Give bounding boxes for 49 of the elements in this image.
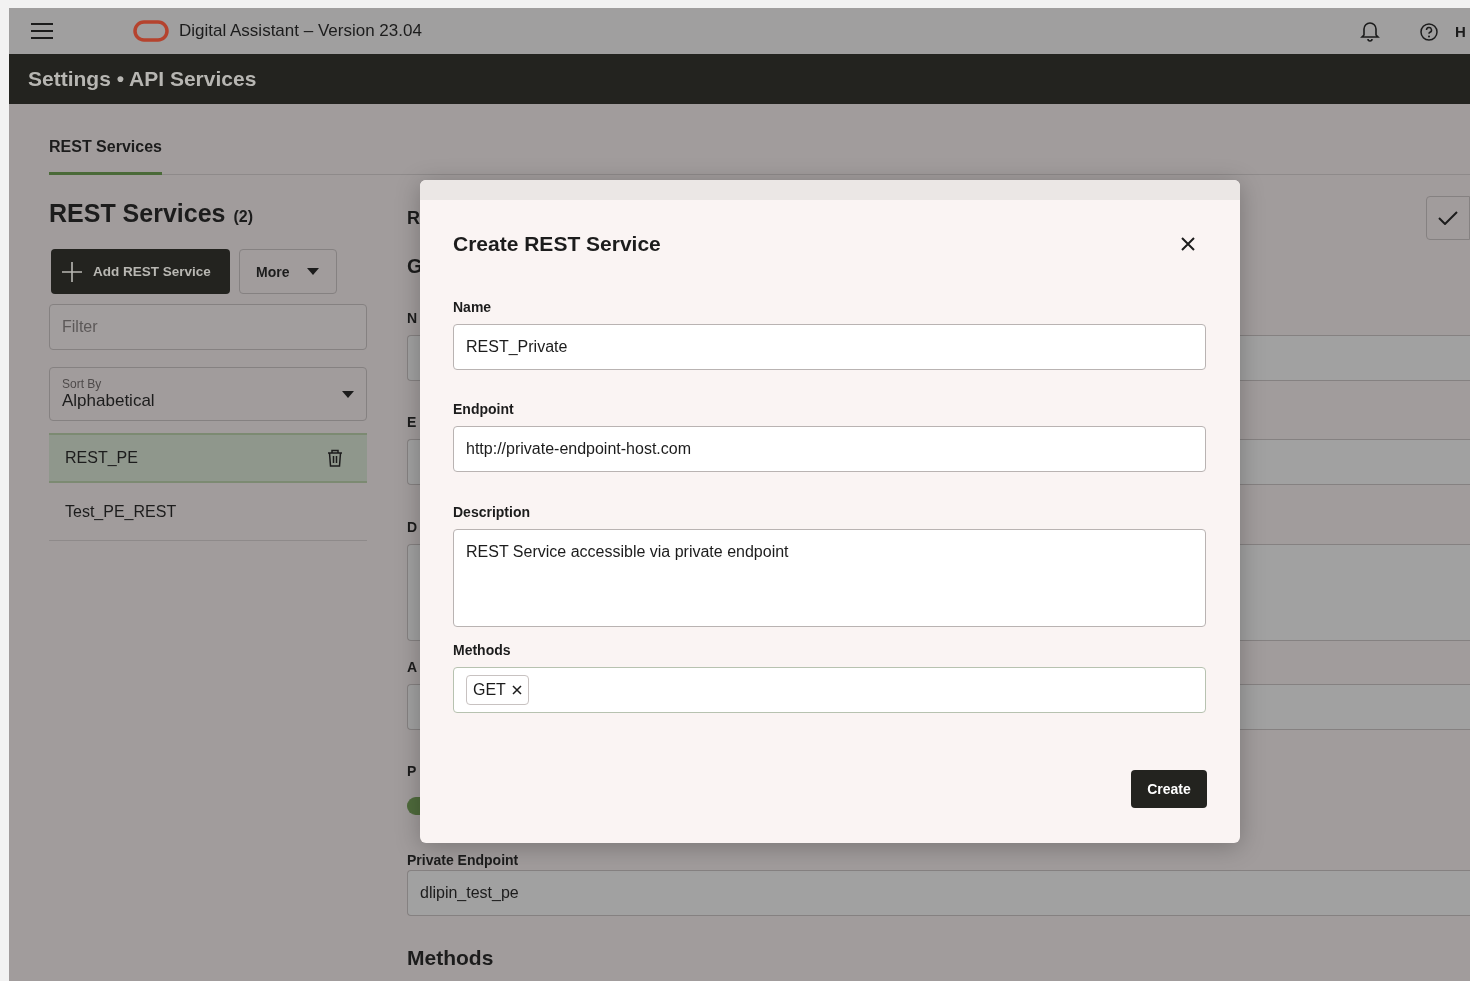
- save-button[interactable]: [1426, 196, 1470, 240]
- field-edge[interactable]: [407, 335, 420, 381]
- sort-dropdown[interactable]: Sort By Alphabetical: [49, 367, 367, 421]
- list-item[interactable]: REST_PE: [49, 433, 367, 483]
- field-label: Name: [453, 299, 492, 317]
- field-label: Private Endpoint: [407, 852, 519, 869]
- method-chip[interactable]: GET: [466, 675, 529, 705]
- page-title: Settings • API Services: [28, 67, 257, 91]
- close-icon[interactable]: [1181, 237, 1195, 251]
- check-icon: [1438, 211, 1458, 225]
- field-label: Endpoint: [453, 401, 514, 419]
- app-title: Digital Assistant – Version 23.04: [179, 21, 422, 41]
- more-button[interactable]: More: [239, 249, 337, 294]
- text-field[interactable]: http://private-endpoint-host.com: [453, 426, 1206, 472]
- item-count: (2): [233, 208, 254, 226]
- list-heading: REST Services: [49, 199, 226, 228]
- dialog-title: Create REST Service: [453, 232, 661, 256]
- add-button[interactable]: Add REST Service: [51, 249, 230, 294]
- field-edge[interactable]: [407, 544, 420, 641]
- trash-icon[interactable]: [327, 449, 343, 467]
- text-area[interactable]: REST Service accessible via private endpoint: [453, 529, 1206, 627]
- field-label: E: [407, 414, 417, 431]
- caret-icon: [342, 390, 354, 398]
- methods-field[interactable]: GET: [453, 667, 1206, 713]
- text-field[interactable]: dlipin_test_pe: [407, 870, 1470, 916]
- field-label: N: [407, 310, 418, 327]
- user-menu[interactable]: H: [1455, 23, 1470, 40]
- remove-icon[interactable]: [511, 685, 522, 695]
- caret-icon: [307, 268, 320, 275]
- text-field[interactable]: REST_Private: [453, 324, 1206, 370]
- bell-icon[interactable]: [1360, 20, 1380, 42]
- list-item[interactable]: Test_PE_REST: [49, 483, 367, 541]
- menu-icon[interactable]: [31, 23, 53, 39]
- toggle-switch[interactable]: [407, 797, 420, 815]
- help-icon[interactable]: [1420, 23, 1438, 41]
- filter-field[interactable]: Filter: [49, 304, 367, 350]
- field-label: P: [407, 763, 417, 780]
- field-label: Description: [453, 504, 530, 522]
- detail-title: R: [407, 207, 420, 229]
- field-label: Methods: [453, 642, 511, 660]
- field-edge[interactable]: [407, 439, 420, 485]
- logo-icon: [133, 20, 169, 42]
- section-heading: Methods: [407, 946, 494, 970]
- field-label: A: [407, 659, 418, 676]
- create-button[interactable]: Create: [1131, 770, 1207, 808]
- field-label: D: [407, 519, 418, 536]
- tab[interactable]: REST Services: [49, 138, 162, 175]
- plus-icon: [61, 260, 83, 283]
- field-edge[interactable]: [407, 684, 420, 730]
